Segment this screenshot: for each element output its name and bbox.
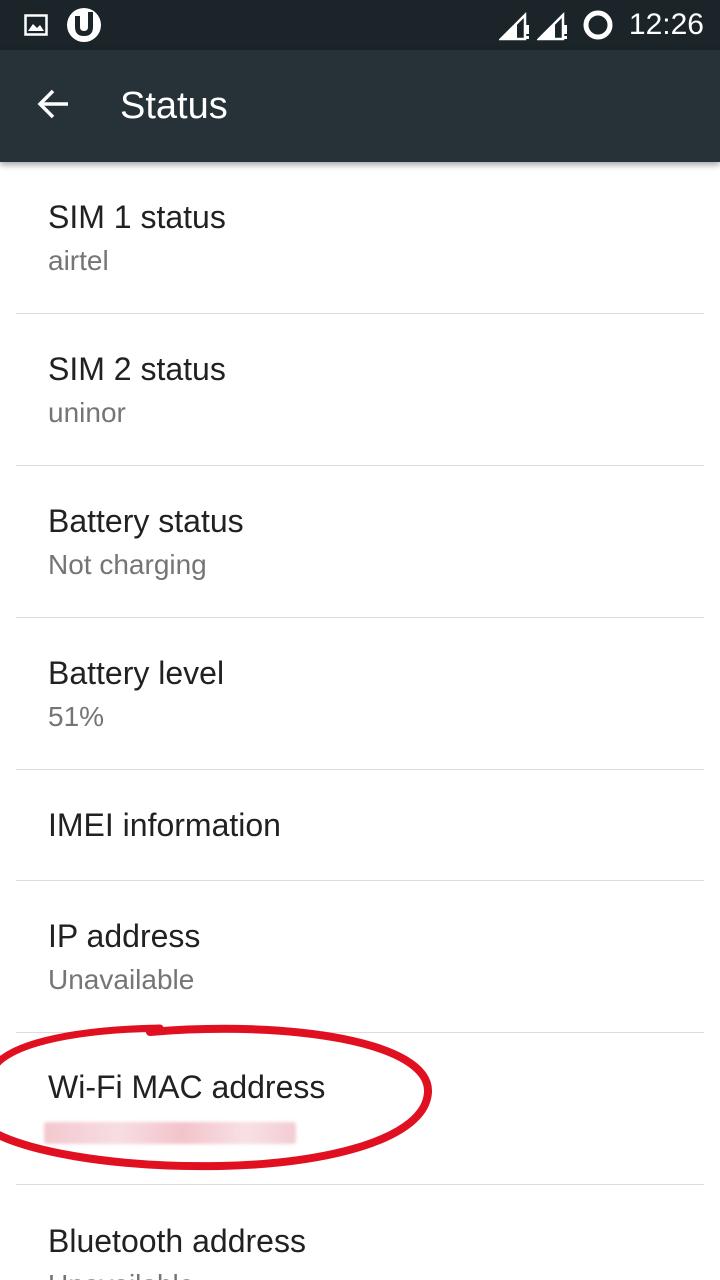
item-title: Wi-Fi MAC address [48, 1069, 326, 1105]
item-summary: Not charging [48, 549, 207, 580]
item-title: SIM 2 status [48, 351, 226, 387]
list-item-wifi-mac-address[interactable]: Wi-Fi MAC address [0, 1033, 720, 1184]
status-bar: 12:26 [0, 0, 720, 50]
item-summary: uninor [48, 397, 126, 428]
item-summary: Unavailable [48, 964, 195, 995]
list-item-sim1-status[interactable]: SIM 1 status airtel [0, 162, 720, 313]
list-item-bluetooth-address[interactable]: Bluetooth address Unavailable [0, 1185, 720, 1280]
item-title: IP address [48, 918, 201, 954]
item-title: IMEI information [48, 807, 281, 843]
redacted-mac-value [44, 1122, 296, 1144]
item-summary: airtel [48, 245, 109, 276]
app-bar: Status [0, 50, 720, 162]
item-summary: Unavailable [48, 1269, 194, 1280]
image-notification-icon [22, 0, 50, 50]
signal-sim2-icon [536, 0, 570, 50]
list-item-ip-address[interactable]: IP address Unavailable [0, 881, 720, 1032]
back-button[interactable] [24, 78, 84, 134]
loading-circle-icon [580, 0, 616, 50]
arrow-back-icon [36, 86, 72, 127]
item-title: Battery status [48, 503, 244, 539]
list-item-sim2-status[interactable]: SIM 2 status uninor [0, 314, 720, 465]
utorrent-icon [64, 0, 104, 50]
list-item-imei-information[interactable]: IMEI information [0, 770, 720, 880]
list-item-battery-status[interactable]: Battery status Not charging [0, 466, 720, 617]
item-title: Battery level [48, 655, 225, 691]
item-title: Bluetooth address [48, 1223, 306, 1259]
item-title: SIM 1 status [48, 199, 226, 235]
page-title: Status [120, 85, 228, 127]
status-bar-clock: 12:26 [628, 8, 704, 41]
list-item-battery-level[interactable]: Battery level 51% [0, 618, 720, 769]
signal-sim1-icon [498, 0, 532, 50]
item-summary: 51% [48, 701, 105, 732]
